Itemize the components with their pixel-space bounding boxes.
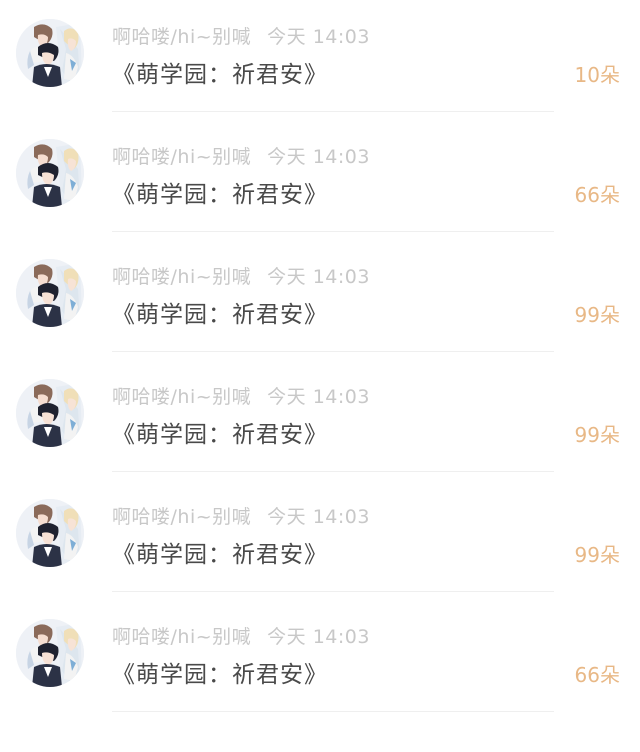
avatar[interactable] [16, 379, 84, 447]
item-meta: 啊哈喽/hi~别喊 今天 14:03 [112, 382, 370, 409]
list-item[interactable]: 啊哈喽/hi~别喊 今天 14:03 《萌学园：祈君安》 10朵 [0, 0, 640, 111]
item-meta: 啊哈喽/hi~别喊 今天 14:03 [112, 142, 370, 169]
flower-count: 99朵 [574, 303, 620, 327]
username[interactable]: 啊哈喽/hi~别喊 [112, 386, 251, 408]
flower-count: 66朵 [574, 183, 620, 207]
item-title[interactable]: 《萌学园：祈君安》 [112, 175, 328, 209]
flower-count: 66朵 [574, 663, 620, 687]
anime-characters-avatar-icon [16, 379, 84, 447]
timestamp: 今天 14:03 [267, 626, 370, 648]
item-title[interactable]: 《萌学园：祈君安》 [112, 55, 328, 89]
anime-characters-avatar-icon [16, 619, 84, 687]
item-title[interactable]: 《萌学园：祈君安》 [112, 295, 328, 329]
list-item[interactable]: 啊哈喽/hi~别喊 今天 14:03 《萌学园：祈君安》 99朵 [0, 352, 640, 471]
list-item[interactable]: 啊哈喽/hi~别喊 今天 14:03 《萌学园：祈君安》 99朵 [0, 232, 640, 351]
avatar[interactable] [16, 499, 84, 567]
avatar[interactable] [16, 619, 84, 687]
anime-characters-avatar-icon [16, 499, 84, 567]
timestamp: 今天 14:03 [267, 506, 370, 528]
flower-count: 99朵 [574, 543, 620, 567]
list-item[interactable]: 啊哈喽/hi~别喊 今天 14:03 《萌学园：祈君安》 99朵 [0, 472, 640, 591]
gift-record-list: 啊哈喽/hi~别喊 今天 14:03 《萌学园：祈君安》 10朵 啊哈喽/hi~别… [0, 0, 640, 712]
username[interactable]: 啊哈喽/hi~别喊 [112, 26, 251, 48]
divider [112, 711, 554, 712]
item-meta: 啊哈喽/hi~别喊 今天 14:03 [112, 262, 370, 289]
username[interactable]: 啊哈喽/hi~别喊 [112, 626, 251, 648]
username[interactable]: 啊哈喽/hi~别喊 [112, 146, 251, 168]
item-title[interactable]: 《萌学园：祈君安》 [112, 655, 328, 689]
anime-characters-avatar-icon [16, 259, 84, 327]
timestamp: 今天 14:03 [267, 26, 370, 48]
username[interactable]: 啊哈喽/hi~别喊 [112, 266, 251, 288]
avatar[interactable] [16, 139, 84, 207]
anime-characters-avatar-icon [16, 19, 84, 87]
timestamp: 今天 14:03 [267, 386, 370, 408]
list-item[interactable]: 啊哈喽/hi~别喊 今天 14:03 《萌学园：祈君安》 66朵 [0, 112, 640, 231]
item-meta: 啊哈喽/hi~别喊 今天 14:03 [112, 502, 370, 529]
timestamp: 今天 14:03 [267, 146, 370, 168]
avatar[interactable] [16, 19, 84, 87]
item-title[interactable]: 《萌学园：祈君安》 [112, 535, 328, 569]
flower-count: 99朵 [574, 423, 620, 447]
flower-count: 10朵 [574, 63, 620, 87]
avatar[interactable] [16, 259, 84, 327]
item-title[interactable]: 《萌学园：祈君安》 [112, 415, 328, 449]
item-meta: 啊哈喽/hi~别喊 今天 14:03 [112, 622, 370, 649]
list-item[interactable]: 啊哈喽/hi~别喊 今天 14:03 《萌学园：祈君安》 66朵 [0, 592, 640, 711]
username[interactable]: 啊哈喽/hi~别喊 [112, 506, 251, 528]
anime-characters-avatar-icon [16, 139, 84, 207]
timestamp: 今天 14:03 [267, 266, 370, 288]
item-meta: 啊哈喽/hi~别喊 今天 14:03 [112, 22, 370, 49]
